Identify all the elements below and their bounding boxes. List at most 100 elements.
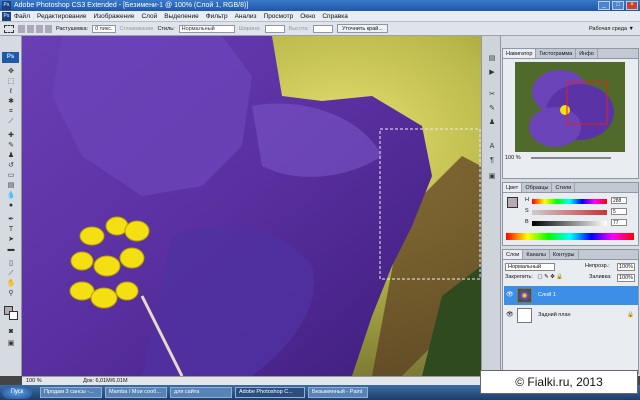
style-select[interactable]: Нормальный — [178, 24, 235, 33]
character-panel-icon[interactable]: A — [486, 142, 498, 152]
tab-info[interactable]: Инфо — [576, 49, 598, 58]
hue-slider[interactable]: H 288 — [525, 197, 635, 207]
notes-tool-icon[interactable]: ▯ — [5, 260, 17, 268]
hand-tool-icon[interactable]: ✋ — [5, 280, 17, 288]
clone-source-icon[interactable]: ♟ — [486, 118, 498, 128]
taskbar-item[interactable]: Mamba / Мои сооб... — [105, 387, 167, 398]
menu-filter[interactable]: Фильтр — [206, 13, 228, 20]
menu-view[interactable]: Просмотр — [264, 13, 294, 20]
saturation-value[interactable]: 5 — [611, 208, 627, 215]
quick-mask-icon[interactable]: ◙ — [5, 328, 17, 336]
tab-navigator[interactable]: Навигатор — [503, 49, 537, 58]
menu-analysis[interactable]: Анализ — [235, 13, 257, 20]
gradient-tool-icon[interactable]: ▤ — [5, 182, 17, 190]
healing-brush-icon[interactable]: ✚ — [5, 132, 17, 140]
color-spectrum-bar[interactable] — [506, 233, 634, 240]
violet-flower-photo — [22, 36, 481, 376]
workspace-menu[interactable]: Рабочая среда ▼ — [589, 26, 634, 32]
color-fg-swatch[interactable] — [507, 197, 518, 208]
refine-edge-button[interactable]: Уточнить край... — [336, 24, 388, 33]
taskbar-item[interactable]: для сайта — [170, 387, 232, 398]
menu-select[interactable]: Выделение — [164, 13, 198, 20]
eye-icon[interactable]: 👁 — [506, 292, 514, 299]
tab-swatches[interactable]: Образцы — [522, 183, 553, 192]
lasso-tool-icon[interactable]: ℓ — [5, 88, 17, 96]
opacity-input[interactable]: 100% — [617, 263, 636, 271]
menu-file[interactable]: Файл — [14, 13, 30, 20]
taskbar-item[interactable]: Продам 3 сансы -... — [40, 387, 102, 398]
actions-panel-icon[interactable]: ▶ — [486, 68, 498, 78]
menu-image[interactable]: Изображение — [94, 13, 135, 20]
width-input[interactable] — [264, 24, 285, 33]
history-brush-icon[interactable]: ↺ — [5, 162, 17, 170]
lock-icons[interactable]: ▢ ✎ ✥ 🔒 — [537, 274, 563, 280]
navigator-thumbnail[interactable] — [515, 62, 625, 152]
start-button[interactable]: Пуск — [2, 386, 32, 399]
brightness-value[interactable]: 77 — [611, 219, 627, 226]
menu-bar: Ps Файл Редактирование Изображение Слой … — [0, 11, 640, 22]
navigator-zoom[interactable]: 100 % — [505, 155, 521, 161]
eye-icon[interactable]: 👁 — [506, 312, 514, 319]
layer-comps-icon[interactable]: ▣ — [486, 172, 498, 182]
height-input[interactable] — [312, 24, 333, 33]
menu-layer[interactable]: Слой — [141, 13, 157, 20]
history-panel-icon[interactable]: ▤ — [486, 54, 498, 64]
marquee-tool-icon[interactable] — [4, 24, 14, 33]
brush-tool-icon[interactable]: ✎ — [5, 142, 17, 150]
minimize-button[interactable]: _ — [598, 1, 610, 10]
saturation-slider[interactable]: S 5 — [525, 208, 635, 218]
feather-input[interactable]: 0 пикс. — [92, 24, 116, 33]
close-button[interactable]: × — [626, 1, 638, 10]
type-tool-icon[interactable]: T — [5, 226, 17, 234]
zoom-tool-icon[interactable]: ⚲ — [5, 290, 17, 298]
layer-name: Слой 1 — [538, 292, 556, 298]
tab-styles[interactable]: Стили — [552, 183, 576, 192]
pen-tool-icon[interactable]: ✒ — [5, 216, 17, 224]
tab-paths[interactable]: Контуры — [550, 250, 579, 259]
tab-color[interactable]: Цвет — [503, 183, 523, 192]
marquee-tool-icon[interactable]: ⬚ — [5, 78, 17, 86]
blend-mode-select[interactable]: Нормальный — [505, 263, 555, 271]
path-selection-icon[interactable]: ➤ — [5, 236, 17, 244]
menu-edit[interactable]: Редактирование — [37, 13, 87, 20]
zoom-readout[interactable]: 100 % — [26, 378, 42, 384]
tool-presets-icon[interactable]: ✂ — [486, 90, 498, 100]
menu-window[interactable]: Окно — [300, 13, 315, 20]
photoshop-menu-icon[interactable]: Ps — [2, 12, 11, 21]
blur-tool-icon[interactable]: 💧 — [5, 192, 17, 200]
navigator-zoom-slider[interactable] — [531, 157, 611, 159]
tab-channels[interactable]: Каналы — [523, 250, 550, 259]
eraser-tool-icon[interactable]: ▭ — [5, 172, 17, 180]
layer-row[interactable]: 👁 Задний план 🔒 — [504, 306, 638, 325]
layers-lock-row: Закрепить: ▢ ✎ ✥ 🔒 Заливка: 100% — [505, 274, 638, 283]
maximize-button[interactable]: □ — [612, 1, 624, 10]
slice-tool-icon[interactable]: ⟋ — [5, 118, 17, 126]
move-tool-icon[interactable]: ✥ — [5, 68, 17, 76]
magic-wand-tool-icon[interactable]: ✱ — [5, 98, 17, 106]
navigator-panel: Навигатор Гистограмма Инфо 100 % — [502, 48, 639, 179]
tab-histogram[interactable]: Гистограмма — [536, 49, 577, 58]
screen-mode-icon[interactable]: ▣ — [5, 340, 17, 348]
shape-tool-icon[interactable]: ▬ — [5, 246, 17, 254]
eyedropper-tool-icon[interactable]: ⟋ — [5, 270, 17, 278]
hue-value[interactable]: 288 — [611, 197, 627, 204]
antialias-checkbox[interactable]: Сглаживание — [120, 26, 154, 32]
color-panel: Цвет Образцы Стили H 288 S 5 B 77 — [502, 182, 639, 246]
taskbar-item[interactable]: Adobe Photoshop C... — [235, 387, 305, 398]
selection-mode-icons[interactable] — [18, 24, 52, 33]
brightness-slider[interactable]: B 77 — [525, 219, 635, 229]
taskbar-item[interactable]: Безымянный - Paint — [308, 387, 368, 398]
dodge-tool-icon[interactable]: ● — [5, 202, 17, 210]
fill-input[interactable]: 100% — [617, 274, 636, 282]
paragraph-panel-icon[interactable]: ¶ — [486, 156, 498, 166]
fill-label: Заливка: — [589, 274, 612, 280]
navigator-preview-image — [515, 62, 625, 152]
brushes-panel-icon[interactable]: ✎ — [486, 104, 498, 114]
layer-row[interactable]: 👁 Слой 1 — [504, 286, 638, 305]
background-color-swatch[interactable] — [9, 311, 18, 320]
crop-tool-icon[interactable]: ⌗ — [5, 108, 17, 116]
document-canvas[interactable] — [22, 36, 481, 376]
stamp-tool-icon[interactable]: ♟ — [5, 152, 17, 160]
menu-help[interactable]: Справка — [322, 13, 348, 20]
tab-layers[interactable]: Слои — [503, 250, 524, 259]
